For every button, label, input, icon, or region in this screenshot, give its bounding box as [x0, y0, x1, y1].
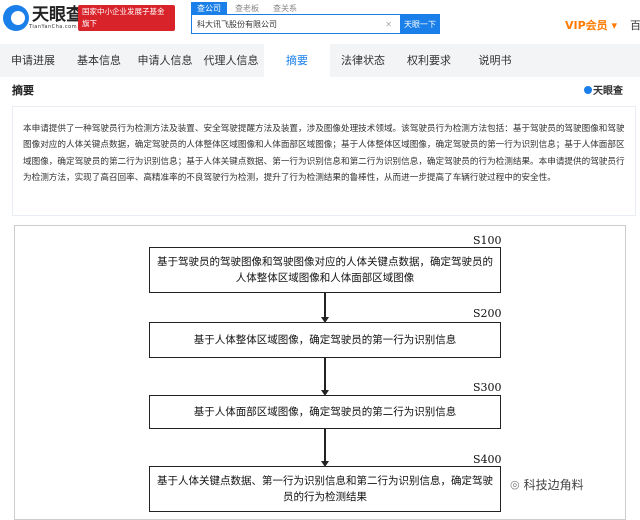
logo-subtext: TianYanCha.com: [29, 24, 78, 30]
brand-watermark: 天眼查: [584, 82, 623, 97]
search-button[interactable]: 天眼一下: [400, 14, 440, 34]
brand-text: 天眼查: [593, 86, 623, 97]
header-extra-link[interactable]: 百: [630, 17, 640, 33]
tab-applicant[interactable]: 申请人信息: [132, 44, 198, 77]
step-label: S300: [473, 381, 502, 394]
tab-abstract[interactable]: 摘要: [264, 44, 330, 77]
step-label: S100: [473, 234, 502, 247]
tab-description[interactable]: 说明书: [462, 44, 528, 77]
flow-step-box: 基于人体关键点数据、第一行为识别信息和第二行为识别信息，确定驾驶员的行为检测结果: [149, 466, 501, 512]
logo-text: 天眼查: [32, 5, 83, 25]
tab-agent[interactable]: 代理人信息: [198, 44, 264, 77]
tab-claims[interactable]: 权利要求: [396, 44, 462, 77]
clear-icon[interactable]: ✕: [385, 20, 392, 29]
step-label: S200: [473, 307, 502, 320]
tab-progress[interactable]: 申请进展: [0, 44, 66, 77]
top-header: 天眼查 TianYanCha.com 国家中小企业发展子基金旗下 官方备案企业征信机…: [0, 0, 640, 52]
wechat-icon: ◎: [510, 478, 520, 491]
badge-line-1: 国家中小企业发展子基金旗下: [82, 7, 165, 28]
search-input[interactable]: [192, 15, 386, 33]
arrow-icon: [321, 293, 329, 323]
tab-basic-info[interactable]: 基本信息: [66, 44, 132, 77]
tianyancha-logo[interactable]: 天眼查 TianYanCha.com: [3, 5, 83, 31]
arrow-icon: [321, 429, 329, 467]
step-label: S400: [473, 453, 502, 466]
flow-step-box: 基于人体整体区域图像，确定驾驶员的第一行为识别信息: [149, 322, 501, 358]
abstract-text: 本申请提供了一种驾驶员行为检测方法及装置、安全驾驶提醒方法及装置，涉及图像处理技…: [12, 106, 636, 216]
search-box: ✕ 天眼一下: [191, 14, 440, 34]
detail-tabs: 申请进展 基本信息 申请人信息 代理人信息 摘要 法律状态 权利要求 说明书: [0, 44, 640, 77]
watermark-text: 科技边角料: [523, 478, 584, 492]
logo-icon: [3, 5, 29, 31]
flow-step-box: 基于驾驶员的驾驶图像和驾驶图像对应的人体关键点数据，确定驾驶员的人体整体区域图像…: [149, 247, 501, 293]
section-title: 摘要: [12, 84, 34, 97]
brand-icon: [584, 86, 592, 94]
official-badge: 国家中小企业发展子基金旗下官方备案企业征信机构: [78, 5, 175, 52]
arrow-icon: [321, 358, 329, 396]
flow-step-box: 基于人体面部区域图像，确定驾驶员的第二行为识别信息: [149, 395, 501, 429]
wechat-watermark: ◎ 科技边角料: [510, 476, 584, 493]
tab-legal-status[interactable]: 法律状态: [330, 44, 396, 77]
vip-menu[interactable]: VIP会员 ▾: [565, 17, 617, 33]
